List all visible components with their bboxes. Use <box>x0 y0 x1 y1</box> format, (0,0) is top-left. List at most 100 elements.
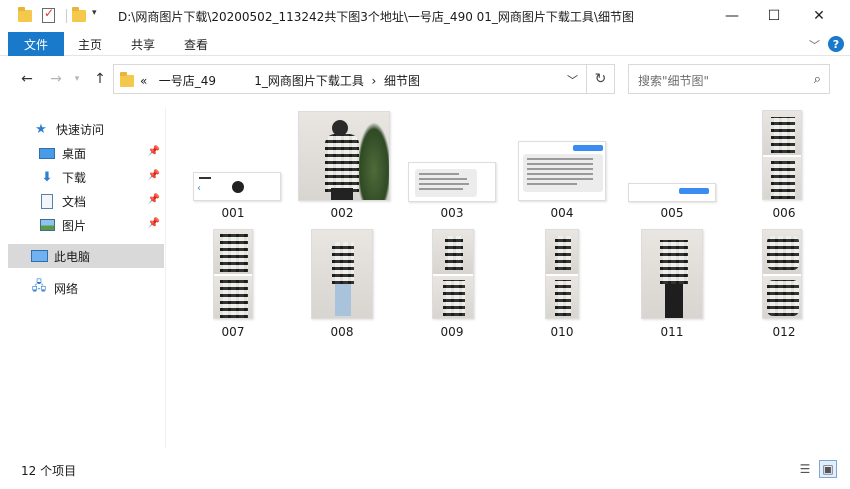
shirt <box>771 117 795 153</box>
sidebar-item-quick-access[interactable]: ★ 快速访问 <box>32 117 162 141</box>
person <box>555 280 571 316</box>
thumbnail <box>213 229 253 319</box>
tab-share[interactable]: 共享 <box>131 32 155 56</box>
sidebar-item-pictures[interactable]: 图片 📌 <box>38 213 164 237</box>
sidebar-item-label: 文档 <box>62 194 87 209</box>
thumbnail <box>432 229 474 319</box>
expand-ribbon-icon[interactable]: ﹀ <box>809 37 820 53</box>
title-bar: ▾ D:\网商图片下载\20200502_113242共下图3个地址\一号店_4… <box>0 0 850 32</box>
file-item[interactable]: 009 <box>408 227 496 343</box>
breadcrumb-item[interactable]: 一号店_49 1_网商图片下载工具 <box>159 74 364 88</box>
status-bar: 12 个项目 ☰ ▣ <box>0 452 850 489</box>
maximize-button[interactable]: ☐ <box>751 0 797 32</box>
person <box>325 134 359 192</box>
text-line <box>419 183 469 185</box>
sidebar-item-label: 此电脑 <box>54 249 91 264</box>
file-item[interactable]: 008 <box>298 227 386 343</box>
person-pants <box>331 188 353 200</box>
document-icon <box>38 193 56 209</box>
chevron-left-icon: ‹ <box>197 183 201 194</box>
pin-icon[interactable]: 📌 <box>148 170 160 181</box>
properties-icon[interactable] <box>42 6 55 23</box>
quick-access-dropdown-icon[interactable]: ▾ <box>92 8 97 18</box>
minimize-button[interactable]: — <box>709 0 755 32</box>
thumbnail <box>408 162 496 202</box>
folder-icon <box>120 72 134 87</box>
close-button[interactable]: ✕ <box>796 0 842 32</box>
text-line <box>527 163 593 165</box>
address-bar[interactable]: « 一号店_49 1_网商图片下载工具 › 细节图 ﹀ <box>113 64 587 94</box>
person <box>332 242 354 284</box>
status-line <box>199 177 211 179</box>
file-name: 007 <box>221 325 245 339</box>
navigation-pane: ★ 快速访问 桌面 📌 ⬇ 下载 📌 文档 📌 图片 📌 此电脑 🖧 网络 <box>0 108 166 448</box>
new-folder-icon[interactable] <box>72 7 86 22</box>
file-name: 002 <box>330 206 354 220</box>
file-list: ‹ 001 002 003 004 005 006 007 008 009 01… <box>167 108 850 448</box>
help-button[interactable]: ? <box>828 36 844 52</box>
divider <box>66 9 67 23</box>
pin-icon[interactable]: 📌 <box>148 194 160 205</box>
sidebar-item-desktop[interactable]: 桌面 📌 <box>38 141 164 165</box>
file-name: 006 <box>772 206 796 220</box>
file-item[interactable]: 003 <box>408 108 496 224</box>
item-count: 12 个项目 <box>21 464 77 478</box>
sidebar-item-downloads[interactable]: ⬇ 下载 📌 <box>38 165 164 189</box>
breadcrumb-item[interactable]: 细节图 <box>384 74 420 88</box>
file-name: 009 <box>440 325 464 339</box>
person-jeans <box>335 284 351 316</box>
text-line <box>419 173 459 175</box>
large-icons-view-icon[interactable]: ▣ <box>819 460 837 478</box>
thumbnail <box>762 229 802 319</box>
file-item[interactable]: 002 <box>298 108 390 224</box>
pictures-icon <box>38 217 56 233</box>
search-input[interactable]: 搜索"细节图" ⌕ <box>628 64 830 94</box>
search-icon[interactable]: ⌕ <box>814 72 821 87</box>
file-item[interactable]: 011 <box>628 227 716 343</box>
thumbnail <box>545 229 579 319</box>
sidebar-item-this-pc[interactable]: 此电脑 <box>8 244 164 268</box>
details-view-icon[interactable]: ☰ <box>796 460 814 478</box>
thumbnail <box>762 110 802 200</box>
pin-icon[interactable]: 📌 <box>148 218 160 229</box>
chat-bubble-blue <box>679 188 709 194</box>
tab-home[interactable]: 主页 <box>78 32 102 56</box>
sidebar-item-documents[interactable]: 文档 📌 <box>38 189 164 213</box>
text-line <box>527 183 577 185</box>
sidebar-item-label: 快速访问 <box>56 122 105 137</box>
tab-file[interactable]: 文件 <box>8 32 64 56</box>
address-dropdown-icon[interactable]: ﹀ <box>567 72 578 88</box>
shirt <box>220 234 248 272</box>
file-item[interactable]: 006 <box>740 108 828 224</box>
person <box>445 236 463 270</box>
sidebar-item-label: 图片 <box>62 218 87 233</box>
forward-button[interactable]: → <box>46 69 66 89</box>
breadcrumb: « 一号店_49 1_网商图片下载工具 › 细节图 <box>140 72 420 89</box>
text-line <box>527 178 593 180</box>
pin-icon[interactable]: 📌 <box>148 146 160 157</box>
back-button[interactable]: ← <box>17 69 37 89</box>
file-item[interactable]: 010 <box>518 227 606 343</box>
refresh-button[interactable]: ↻ <box>587 64 615 94</box>
file-item[interactable]: 012 <box>740 227 828 343</box>
sidebar-item-network[interactable]: 🖧 网络 <box>30 276 160 300</box>
desktop-icon <box>38 145 56 161</box>
tab-view[interactable]: 查看 <box>184 32 208 56</box>
file-name: 004 <box>550 206 574 220</box>
avatar <box>232 181 244 193</box>
person <box>443 280 465 316</box>
breadcrumb-separator[interactable]: › <box>372 74 377 88</box>
window-title: D:\网商图片下载\20200502_113242共下图3个地址\一号店_490… <box>118 10 634 24</box>
file-item[interactable]: ‹ 001 <box>189 108 281 224</box>
file-name: 003 <box>440 206 464 220</box>
file-item[interactable]: 007 <box>189 227 277 343</box>
file-item[interactable]: 005 <box>628 108 716 224</box>
person-head <box>332 120 348 136</box>
text-line <box>419 188 463 190</box>
breadcrumb-overflow[interactable]: « <box>140 74 147 88</box>
person <box>660 240 688 284</box>
up-button[interactable]: ↑ <box>90 69 110 89</box>
file-item[interactable]: 004 <box>518 108 606 224</box>
recent-locations-icon[interactable]: ▾ <box>67 69 87 89</box>
file-name: 005 <box>660 206 684 220</box>
